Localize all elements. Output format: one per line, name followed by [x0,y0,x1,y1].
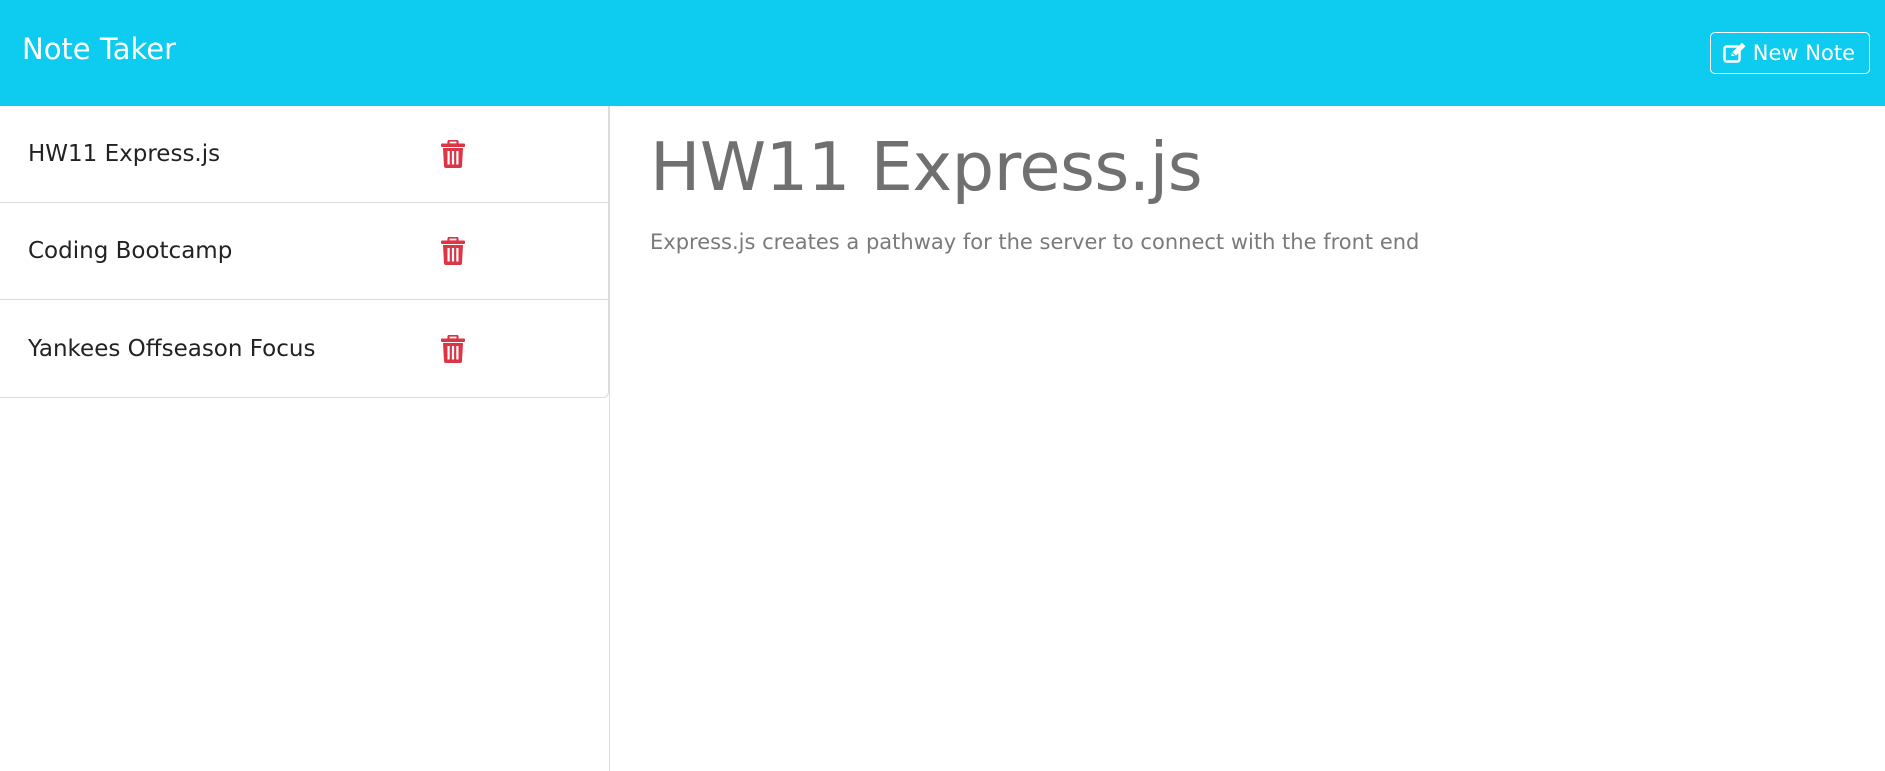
trash-icon[interactable] [441,139,465,168]
new-note-label: New Note [1752,41,1855,65]
trash-icon[interactable] [441,236,465,265]
note-editor: HW11 Express.js Express.js creates a pat… [611,106,1885,771]
note-title[interactable]: Yankees Offseason Focus [28,336,315,362]
note-list: HW11 Express.js Coding Bootcamp Yankees … [0,106,609,398]
note-title[interactable]: Coding Bootcamp [28,238,232,264]
app-title[interactable]: Note Taker [22,32,176,66]
note-title[interactable]: HW11 Express.js [28,141,220,167]
trash-icon[interactable] [441,333,465,363]
edit-icon [1723,42,1747,64]
list-item[interactable]: HW11 Express.js [0,106,608,203]
note-title-input[interactable]: HW11 Express.js [650,128,1203,206]
notes-sidebar: HW11 Express.js Coding Bootcamp Yankees … [0,106,610,771]
note-text-area[interactable]: Express.js creates a pathway for the ser… [650,230,1419,254]
list-item[interactable]: Yankees Offseason Focus [0,300,608,397]
new-note-button[interactable]: New Note [1709,32,1870,74]
list-item[interactable]: Coding Bootcamp [0,203,608,300]
top-navbar: Note Taker New Note [0,0,1885,106]
